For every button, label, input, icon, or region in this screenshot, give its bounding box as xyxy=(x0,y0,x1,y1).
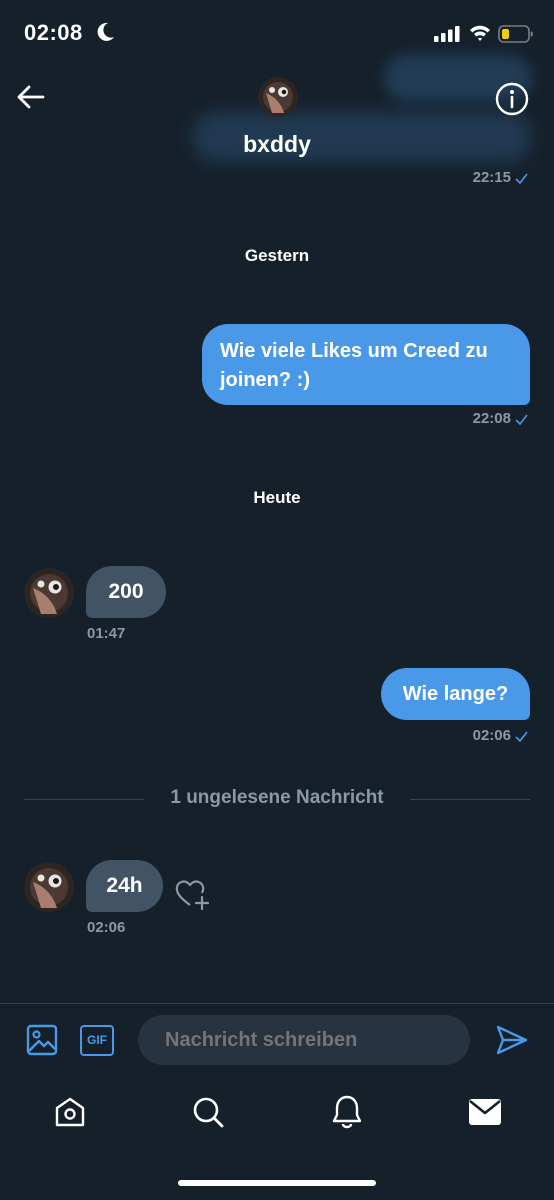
home-indicator[interactable] xyxy=(178,1180,376,1186)
avatar[interactable] xyxy=(258,77,298,117)
notifications-bell-icon[interactable] xyxy=(331,1094,363,1130)
search-icon[interactable] xyxy=(191,1095,225,1129)
add-reaction-heart-icon[interactable] xyxy=(175,878,211,912)
message-text: 24h xyxy=(106,874,143,897)
message-bubble-incoming[interactable]: 24h xyxy=(86,860,163,912)
message-text: Wie viele Likes um Creed zu joinen? :) xyxy=(220,340,488,391)
contact-name[interactable]: bxddy xyxy=(0,131,554,158)
messages-mail-icon[interactable] xyxy=(468,1098,502,1126)
message-timestamp: 22:15 xyxy=(473,169,528,186)
divider xyxy=(0,1003,554,1004)
message-bubble-incoming[interactable]: 200 xyxy=(86,566,166,618)
message-timestamp: 02:06 xyxy=(87,919,126,936)
sent-check-icon xyxy=(515,731,528,742)
sent-check-icon xyxy=(515,414,528,425)
home-icon[interactable] xyxy=(53,1095,87,1129)
message-text: Wie lange? xyxy=(402,683,509,705)
day-separator: Heute xyxy=(253,488,301,507)
sent-check-icon xyxy=(515,173,528,184)
message-bubble-outgoing[interactable]: Wie lange? xyxy=(381,668,530,720)
day-separator: Gestern xyxy=(244,246,310,265)
status-time: 02:08 xyxy=(24,20,83,45)
cellular-signal-icon xyxy=(434,26,460,42)
message-bubble-outgoing[interactable]: Wie viele Likes um Creed zu joinen? :) xyxy=(202,324,530,405)
image-icon[interactable] xyxy=(26,1024,58,1056)
unread-separator-label: 1 ungelesene Nachricht xyxy=(170,787,384,808)
message-timestamp: 02:06 xyxy=(473,727,528,744)
do-not-disturb-moon-icon xyxy=(97,22,114,41)
message-text: 200 xyxy=(108,580,144,603)
message-timestamp: 01:47 xyxy=(87,625,126,642)
battery-low-icon xyxy=(498,25,533,43)
info-icon[interactable] xyxy=(495,82,529,116)
message-timestamp: 22:08 xyxy=(473,410,528,427)
gif-button[interactable]: GIF xyxy=(80,1025,114,1056)
back-arrow-icon[interactable] xyxy=(16,84,46,110)
send-icon[interactable] xyxy=(495,1024,529,1056)
avatar[interactable] xyxy=(24,568,74,618)
message-input[interactable] xyxy=(138,1015,470,1065)
wifi-icon xyxy=(470,25,490,41)
avatar[interactable] xyxy=(24,862,74,912)
